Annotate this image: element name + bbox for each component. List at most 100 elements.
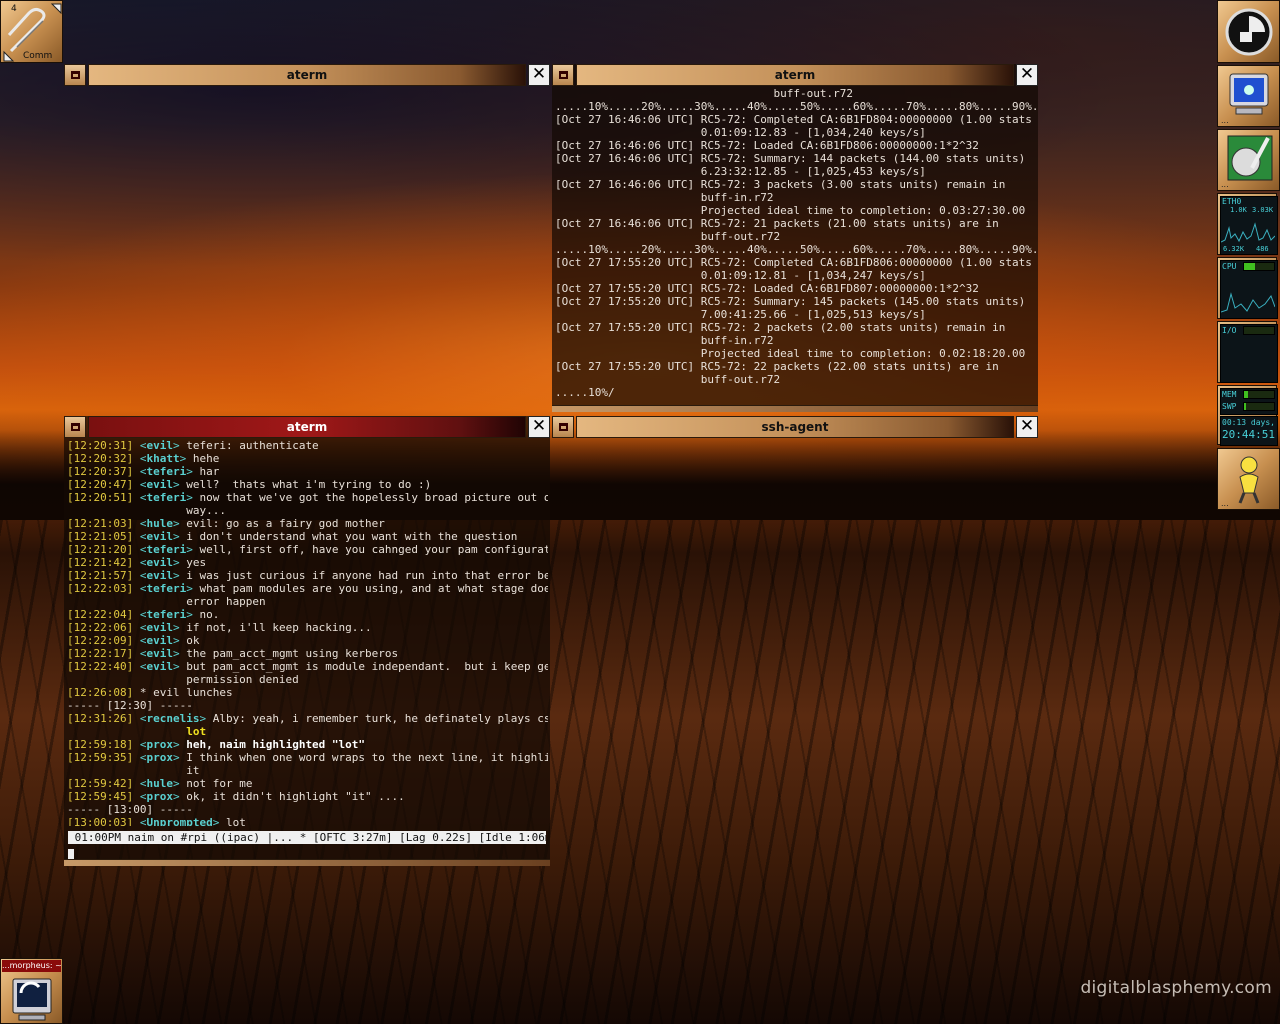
irc-text: i don't understand what you want with th… [179,530,518,543]
window-title[interactable]: aterm [88,64,526,86]
irc-nick[interactable]: prox [146,790,173,803]
irc-timestamp: [12:22:40] [67,660,134,673]
irc-bracket: < [133,712,147,725]
close-button[interactable]: ✕ [1016,416,1038,438]
terminal-line: 6.23:32:12.85 - [1,025,453 keys/s] [555,165,926,178]
miniaturize-icon [558,423,568,431]
miniwindow-morpheus[interactable]: ...morpheus: ~ [0,958,63,1024]
irc-nick[interactable]: khatt [146,452,179,465]
irc-nick[interactable]: prox [146,738,173,751]
window-ssh-agent[interactable]: ssh-agent ✕ [552,416,1038,440]
close-button[interactable]: ✕ [528,64,550,86]
window-aterm-top-right[interactable]: aterm ✕ buff-out.r72 .....10%.....20%....… [552,64,1038,412]
irc-nick[interactable]: teferi [146,582,186,595]
miniaturize-icon [70,71,80,79]
dock-app-monitor[interactable]: ... [1217,65,1280,127]
miniaturize-button[interactable] [552,416,574,438]
irc-chat-log[interactable]: [12:20:31] <evil> teferi: authenticate [1… [66,439,548,826]
dock-ellipsis: ... [1221,499,1229,508]
irc-text: the pam_acct_mgmt using kerberos [179,647,399,660]
irc-text: * evil lunches [133,686,233,699]
irc-bracket: < [133,439,147,452]
irc-nick[interactable]: evil [146,621,173,634]
irc-nick[interactable]: hule [146,517,173,530]
irc-bracket: > [172,634,180,647]
irc-nick[interactable]: teferi [146,608,186,621]
irc-message: [12:20:51] <teferi> now that we've got t… [67,491,548,504]
irc-bracket: > [172,751,180,764]
close-button[interactable]: ✕ [1016,64,1038,86]
window-aterm-irc[interactable]: aterm ✕ [12:20:31] <evil> teferi: authen… [64,416,550,866]
irc-bracket: < [133,738,147,751]
dock-app-workspace[interactable] [1217,0,1280,63]
irc-nick[interactable]: teferi [146,543,186,556]
miniaturize-icon [558,71,568,79]
irc-nick[interactable]: evil [146,556,173,569]
irc-nick[interactable]: evil [146,478,173,491]
miniaturize-button[interactable] [64,64,86,86]
workspace-clip[interactable]: 4 Comm [0,0,63,63]
irc-bracket: > [172,439,180,452]
window-title[interactable]: ssh-agent [576,416,1014,438]
irc-timestamp: [12:21:57] [67,569,134,582]
irc-nick[interactable]: evil [146,569,173,582]
irc-timestamp: [13:00:03] [67,816,134,826]
terminal-line: buff-in.r72 [555,191,774,204]
irc-timestamp: [12:22:03] [67,582,134,595]
terminal-line: 7.00:41:25.66 - [1,025,513 keys/s] [555,308,926,321]
irc-timestamp: [12:59:42] [67,777,134,790]
uptime-days: 00:13 days, [1222,418,1275,427]
irc-bracket: < [133,452,147,465]
irc-nick[interactable]: teferi [146,465,186,478]
gnustep-icon [1225,8,1273,56]
window-aterm-top-left[interactable]: aterm ✕ [64,64,550,88]
window-title[interactable]: aterm [576,64,1014,86]
irc-timestamp: [12:22:09] [67,634,134,647]
terminal-line: Projected ideal time to completion: 0.03… [555,204,1026,217]
irc-message: [12:20:31] <evil> teferi: authenticate [67,439,548,452]
irc-bracket: < [133,543,147,556]
irc-timestamp: [12:21:05] [67,530,134,543]
irc-bracket: < [133,582,147,595]
irc-nick[interactable]: evil [146,439,173,452]
irc-text: lot [219,816,246,826]
miniaturize-button[interactable] [552,64,574,86]
dock-app-tools[interactable]: ... [1217,129,1280,191]
irc-timestamp: [12:59:35] [67,751,134,764]
irc-nick[interactable]: evil [146,530,173,543]
window-title[interactable]: aterm [88,416,526,438]
terminal-output[interactable]: buff-out.r72 .....10%.....20%.....30%....… [554,87,1036,406]
window-resizebar[interactable] [552,405,1038,412]
irc-bracket: > [172,647,180,660]
irc-nick[interactable]: teferi [146,491,186,504]
window-resizebar[interactable] [64,859,550,866]
irc-nick[interactable]: evil [146,647,173,660]
irc-timestamp: [12:20:37] [67,465,134,478]
irc-bracket: > [172,569,180,582]
irc-bracket: > [172,790,180,803]
workspace-name: Comm [23,51,53,61]
irc-message: [12:59:35] <prox> I think when one word … [67,751,548,764]
close-button[interactable]: ✕ [528,416,550,438]
irc-message: [12:22:17] <evil> the pam_acct_mgmt usin… [67,647,548,660]
irc-text: har [192,465,220,478]
irc-nick[interactable]: evil [146,660,173,673]
irc-bracket: < [133,751,147,764]
irc-nick[interactable]: evil [146,634,173,647]
terminal-line: [Oct 27 17:55:20 UTC] RC5-72: Completed … [555,256,1036,269]
irc-nick[interactable]: prox [146,751,173,764]
irc-message: [12:26:08] * evil lunches [67,686,548,699]
irc-bracket: > [172,660,180,673]
dock-app-messenger[interactable]: ... [1217,448,1280,510]
irc-nick[interactable]: Unprompted [146,816,212,826]
irc-timestamp: [12:22:06] [67,621,134,634]
irc-nick[interactable]: hule [146,777,173,790]
net-total-rx: 6.32K [1223,245,1245,253]
terminal-line: [Oct 27 17:55:20 UTC] RC5-72: Summary: 1… [555,295,1026,308]
irc-nick[interactable]: recnelis [146,712,199,725]
miniaturize-button[interactable] [64,416,86,438]
irc-message: [12:59:18] <prox> heh, naim highlighted … [67,738,548,751]
io-monitor: I/O [1217,321,1278,383]
cpu-graph [1221,292,1275,313]
irc-text: yes [179,556,207,569]
